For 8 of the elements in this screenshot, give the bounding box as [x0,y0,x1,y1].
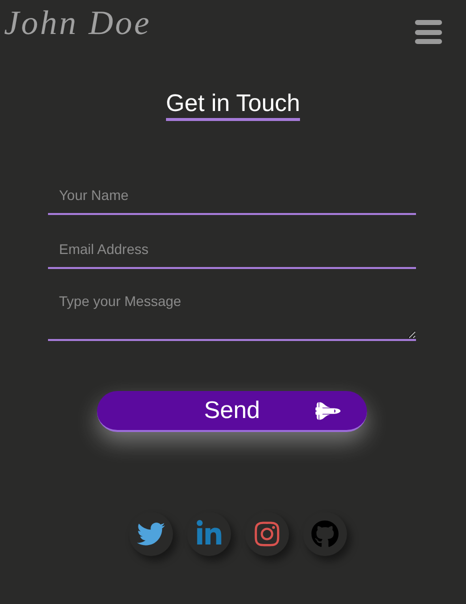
logo[interactable]: John Doe [4,4,152,44]
shuttle-icon [314,401,342,421]
send-button[interactable]: Send [97,391,367,432]
menu-icon[interactable] [415,20,442,44]
input-field[interactable]: Email Address [48,231,416,269]
input-field[interactable]: Your Name [48,177,416,215]
message-field[interactable]: Type your Message [48,285,416,341]
section-title: Get in Touch [166,90,300,121]
